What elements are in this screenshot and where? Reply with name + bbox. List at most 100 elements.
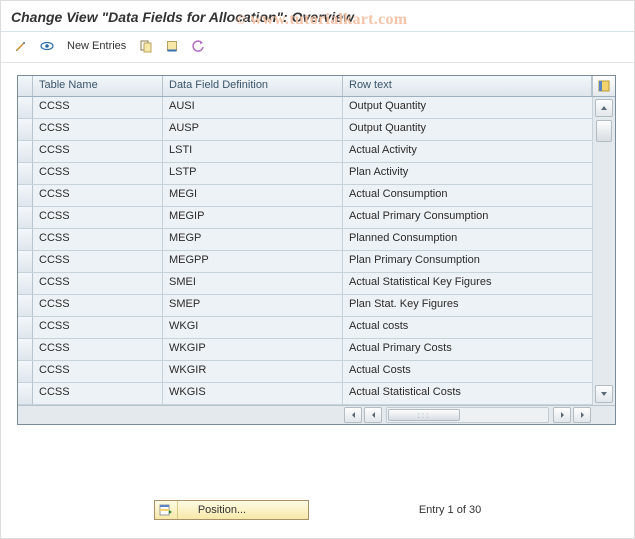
cell-data-field[interactable]: AUSP	[163, 119, 343, 140]
row-selector[interactable]	[18, 119, 33, 140]
row-selector[interactable]	[18, 207, 33, 228]
horizontal-thumb[interactable]: :::	[388, 409, 460, 421]
cell-data-field[interactable]: AUSI	[163, 97, 343, 118]
vertical-scrollbar[interactable]	[593, 97, 615, 405]
cell-data-field[interactable]: SMEI	[163, 273, 343, 294]
cell-table-name[interactable]: CCSS	[33, 317, 163, 338]
table-row[interactable]: CCSSMEGIActual Consumption	[18, 185, 593, 207]
table-row[interactable]: CCSSWKGIRActual Costs	[18, 361, 593, 383]
row-selector[interactable]	[18, 185, 33, 206]
cell-table-name[interactable]: CCSS	[33, 361, 163, 382]
cell-table-name[interactable]: CCSS	[33, 339, 163, 360]
row-selector[interactable]	[18, 141, 33, 162]
cell-data-field[interactable]: LSTI	[163, 141, 343, 162]
cell-table-name[interactable]: CCSS	[33, 97, 163, 118]
position-button[interactable]: Position...	[154, 500, 309, 520]
cell-table-name[interactable]: CCSS	[33, 383, 163, 404]
delete-icon[interactable]	[162, 36, 182, 56]
row-selector[interactable]	[18, 383, 33, 404]
cell-table-name[interactable]: CCSS	[33, 163, 163, 184]
cell-row-text[interactable]: Actual Costs	[343, 361, 593, 382]
cell-data-field[interactable]: SMEP	[163, 295, 343, 316]
cell-data-field[interactable]: MEGP	[163, 229, 343, 250]
table-row[interactable]: CCSSMEGPPPlan Primary Consumption	[18, 251, 593, 273]
table-row[interactable]: CCSSLSTIActual Activity	[18, 141, 593, 163]
cell-row-text[interactable]: Plan Stat. Key Figures	[343, 295, 593, 316]
scroll-right-icon[interactable]	[553, 407, 571, 423]
row-selector[interactable]	[18, 339, 33, 360]
cell-row-text[interactable]: Output Quantity	[343, 119, 593, 140]
cell-data-field[interactable]: WKGI	[163, 317, 343, 338]
table-settings-icon[interactable]	[592, 76, 615, 96]
select-all-column[interactable]	[18, 76, 33, 96]
table-row[interactable]: CCSSWKGIPActual Primary Costs	[18, 339, 593, 361]
row-selector[interactable]	[18, 251, 33, 272]
cell-row-text[interactable]: Actual Consumption	[343, 185, 593, 206]
table-header: Table Name Data Field Definition Row tex…	[18, 76, 615, 97]
row-selector[interactable]	[18, 273, 33, 294]
table-row[interactable]: CCSSMEGIPActual Primary Consumption	[18, 207, 593, 229]
cell-data-field[interactable]: WKGIR	[163, 361, 343, 382]
cell-table-name[interactable]: CCSS	[33, 119, 163, 140]
row-selector[interactable]	[18, 229, 33, 250]
row-selector[interactable]	[18, 295, 33, 316]
position-label: Position...	[178, 504, 308, 516]
cell-table-name[interactable]: CCSS	[33, 229, 163, 250]
scroll-left2-icon[interactable]	[364, 407, 382, 423]
scroll-right2-icon[interactable]	[573, 407, 591, 423]
cell-table-name[interactable]: CCSS	[33, 185, 163, 206]
column-header-data-field[interactable]: Data Field Definition	[163, 76, 343, 96]
cell-data-field[interactable]: WKGIP	[163, 339, 343, 360]
row-selector[interactable]	[18, 163, 33, 184]
toggle-display-change-icon[interactable]	[11, 36, 31, 56]
scroll-thumb[interactable]	[596, 120, 612, 142]
horizontal-scrollbar[interactable]: :::	[386, 407, 549, 423]
scroll-up-icon[interactable]	[595, 99, 613, 117]
entry-counter: Entry 1 of 30	[419, 504, 481, 516]
cell-row-text[interactable]: Planned Consumption	[343, 229, 593, 250]
column-header-row-text[interactable]: Row text	[343, 76, 592, 96]
cell-row-text[interactable]: Plan Primary Consumption	[343, 251, 593, 272]
cell-data-field[interactable]: MEGI	[163, 185, 343, 206]
cell-row-text[interactable]: Actual Primary Costs	[343, 339, 593, 360]
row-selector[interactable]	[18, 361, 33, 382]
new-entries-button[interactable]: New Entries	[63, 40, 130, 52]
cell-data-field[interactable]: MEGPP	[163, 251, 343, 272]
table-row[interactable]: CCSSWKGIActual costs	[18, 317, 593, 339]
copy-as-icon[interactable]	[136, 36, 156, 56]
table-row[interactable]: CCSSLSTPPlan Activity	[18, 163, 593, 185]
horizontal-scrollbar-row: :::	[18, 405, 615, 424]
cell-row-text[interactable]: Actual Statistical Costs	[343, 383, 593, 404]
cell-row-text[interactable]: Actual costs	[343, 317, 593, 338]
cell-table-name[interactable]: CCSS	[33, 207, 163, 228]
scroll-left-icon[interactable]	[344, 407, 362, 423]
undo-change-icon[interactable]	[188, 36, 208, 56]
toolbar: New Entries	[1, 32, 634, 63]
table-row[interactable]: CCSSMEGPPlanned Consumption	[18, 229, 593, 251]
other-view-icon[interactable]	[37, 36, 57, 56]
scroll-down-icon[interactable]	[595, 385, 613, 403]
column-header-table-name[interactable]: Table Name	[33, 76, 163, 96]
table-row[interactable]: CCSSWKGISActual Statistical Costs	[18, 383, 593, 405]
cell-table-name[interactable]: CCSS	[33, 251, 163, 272]
table-row[interactable]: CCSSSMEPPlan Stat. Key Figures	[18, 295, 593, 317]
cell-row-text[interactable]: Actual Statistical Key Figures	[343, 273, 593, 294]
cell-row-text[interactable]: Output Quantity	[343, 97, 593, 118]
cell-data-field[interactable]: MEGIP	[163, 207, 343, 228]
cell-data-field[interactable]: LSTP	[163, 163, 343, 184]
cell-row-text[interactable]: Actual Activity	[343, 141, 593, 162]
cell-data-field[interactable]: WKGIS	[163, 383, 343, 404]
position-icon	[155, 501, 178, 519]
cell-table-name[interactable]: CCSS	[33, 141, 163, 162]
watermark: © www.tutorialkart.com	[236, 11, 407, 29]
cell-table-name[interactable]: CCSS	[33, 295, 163, 316]
cell-table-name[interactable]: CCSS	[33, 273, 163, 294]
data-table: Table Name Data Field Definition Row tex…	[17, 75, 616, 425]
table-row[interactable]: CCSSAUSPOutput Quantity	[18, 119, 593, 141]
table-row[interactable]: CCSSSMEIActual Statistical Key Figures	[18, 273, 593, 295]
cell-row-text[interactable]: Plan Activity	[343, 163, 593, 184]
table-row[interactable]: CCSSAUSIOutput Quantity	[18, 97, 593, 119]
row-selector[interactable]	[18, 317, 33, 338]
cell-row-text[interactable]: Actual Primary Consumption	[343, 207, 593, 228]
row-selector[interactable]	[18, 97, 33, 118]
